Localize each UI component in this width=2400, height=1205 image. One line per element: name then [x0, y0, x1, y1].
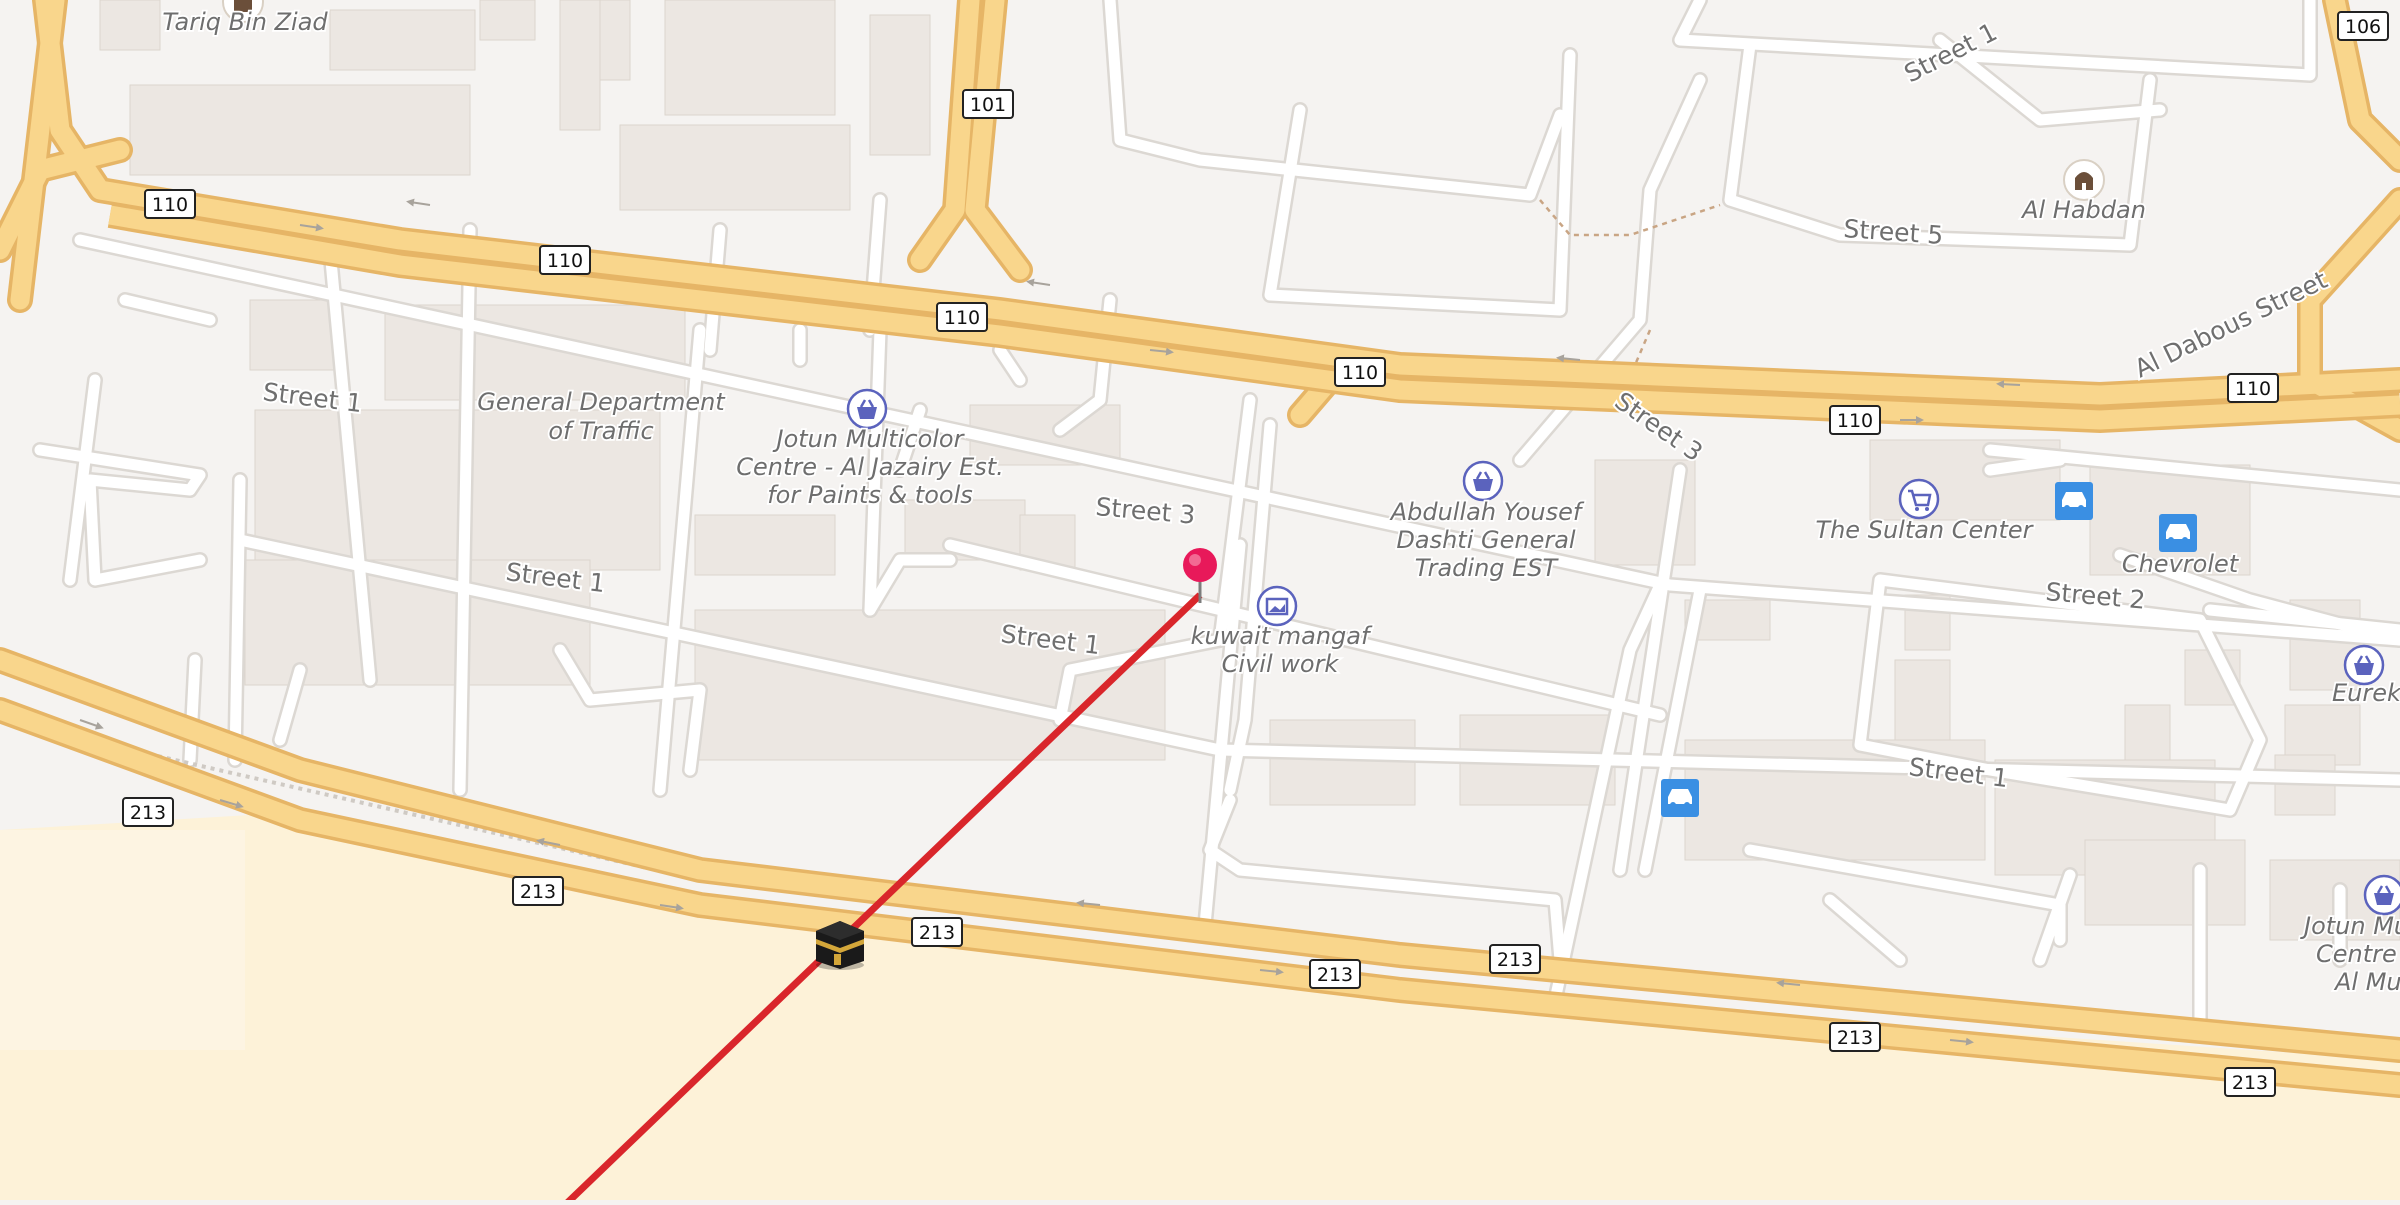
basket-icon [2363, 874, 2400, 916]
poi-label: Centre - Al Jazairy Est. [736, 453, 1004, 481]
svg-text:101: 101 [970, 94, 1006, 116]
svg-text:213: 213 [1497, 949, 1533, 971]
poi-label: The Sultan Center [1815, 516, 2034, 544]
route-shield: 110 [1829, 405, 1881, 435]
route-shield: 213 [911, 917, 963, 947]
poi-label: Abdullah Yousef [1389, 498, 1585, 526]
basket-icon [846, 388, 888, 430]
poi-label: General Department [477, 388, 726, 416]
poi-label: Civil work [1222, 650, 1340, 678]
cart-icon [1898, 478, 1940, 520]
svg-text:213: 213 [1317, 964, 1353, 986]
poi-label: of Traffic [548, 417, 653, 445]
mosque-icon [2063, 159, 2105, 201]
poi-label: for Paints & tools [767, 481, 973, 509]
basket-icon [1462, 460, 1504, 502]
svg-text:110: 110 [944, 307, 980, 329]
gallery-icon [1256, 585, 1298, 627]
poi-label: Jotun Mul [2300, 912, 2400, 940]
svg-text:213: 213 [520, 881, 556, 903]
route-shield: 106 [2337, 11, 2389, 41]
route-shield: 110 [2227, 373, 2279, 403]
poi-label: Al Muh [2333, 968, 2400, 996]
poi-label: Centre - [2316, 940, 2400, 968]
svg-text:110: 110 [547, 250, 583, 272]
svg-text:110: 110 [1342, 362, 1378, 384]
route-shield: 213 [122, 797, 174, 827]
svg-text:213: 213 [130, 802, 166, 824]
map-view[interactable]: 110 110 110 110 110 110 101 106 213 213 … [0, 0, 2400, 1205]
poi-label: Al Habdan [2020, 196, 2146, 224]
route-shield: 110 [1334, 357, 1386, 387]
svg-text:110: 110 [2235, 378, 2271, 400]
route-shield: 213 [512, 876, 564, 906]
route-shield: 110 [539, 245, 591, 275]
svg-text:213: 213 [919, 922, 955, 944]
route-shield: 101 [962, 89, 1014, 119]
route-shield: 213 [1309, 959, 1361, 989]
route-shield: 213 [1489, 944, 1541, 974]
car-icon [1661, 779, 1699, 817]
poi-label: Eureka [2332, 679, 2400, 707]
sand-patch [0, 830, 245, 1050]
svg-text:106: 106 [2345, 16, 2381, 38]
poi-label: Jotun Multicolor [773, 425, 966, 453]
svg-text:213: 213 [2232, 1072, 2268, 1094]
poi-label: Trading EST [1415, 554, 1560, 582]
svg-text:110: 110 [152, 194, 188, 216]
kaaba-icon[interactable] [816, 921, 864, 970]
car-icon [2055, 482, 2093, 520]
poi-label: kuwait mangaf [1191, 622, 1373, 650]
car-icon [2159, 514, 2197, 552]
poi-label: Dashti General [1396, 526, 1576, 554]
svg-text:213: 213 [1837, 1027, 1873, 1049]
svg-text:110: 110 [1837, 410, 1873, 432]
route-shield: 213 [1829, 1022, 1881, 1052]
poi-label: Tariq Bin Ziad [162, 8, 328, 36]
route-shield: 110 [936, 302, 988, 332]
route-shield: 110 [144, 189, 196, 219]
poi-label: Chevrolet [2122, 550, 2240, 578]
map-canvas[interactable]: 110 110 110 110 110 110 101 106 213 213 … [0, 0, 2400, 1205]
